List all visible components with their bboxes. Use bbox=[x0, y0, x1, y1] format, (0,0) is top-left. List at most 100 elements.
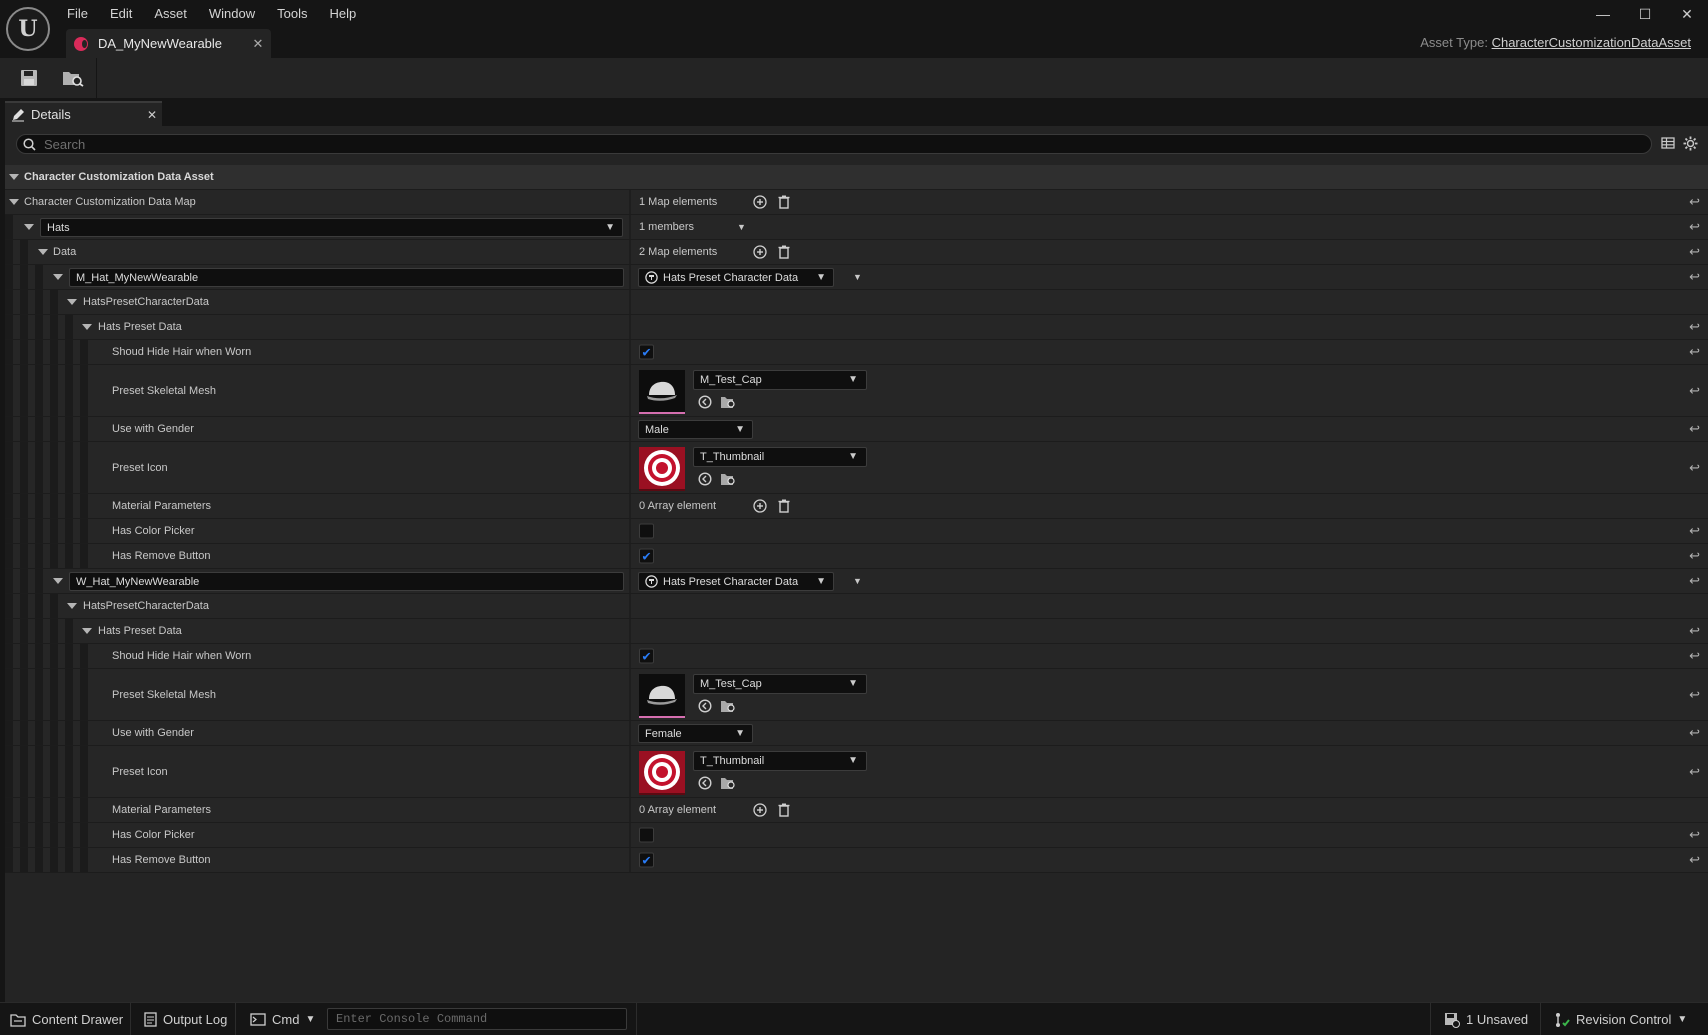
revision-control-button[interactable]: Revision Control ▼ bbox=[1554, 1003, 1687, 1035]
struct-type-combo[interactable]: Hats Preset Character Data ▼ bbox=[638, 268, 834, 287]
entry-key-input[interactable]: M_Hat_MyNewWearable bbox=[69, 268, 624, 287]
add-element-icon[interactable] bbox=[751, 497, 769, 515]
reset-to-default-icon[interactable]: ↩ bbox=[1689, 827, 1700, 843]
save-button[interactable] bbox=[14, 63, 44, 93]
icon-thumbnail[interactable] bbox=[639, 751, 685, 795]
expand-caret-icon[interactable] bbox=[67, 603, 77, 609]
expand-caret-icon[interactable] bbox=[82, 324, 92, 330]
menu-window[interactable]: Window bbox=[198, 0, 266, 26]
close-details-icon[interactable]: ✕ bbox=[142, 108, 162, 122]
menu-help[interactable]: Help bbox=[318, 0, 367, 26]
browse-asset-icon[interactable] bbox=[720, 775, 736, 791]
icon-asset-combo[interactable]: T_Thumbnail ▼ bbox=[693, 751, 867, 771]
delete-all-icon[interactable] bbox=[775, 497, 793, 515]
mesh-thumbnail[interactable] bbox=[639, 370, 685, 414]
add-element-icon[interactable] bbox=[751, 243, 769, 261]
gender-combo[interactable]: Male ▼ bbox=[638, 420, 753, 439]
chevron-down-icon[interactable]: ▼ bbox=[853, 272, 862, 282]
reset-to-default-icon[interactable]: ↩ bbox=[1689, 421, 1700, 437]
mesh-asset-combo[interactable]: M_Test_Cap ▼ bbox=[693, 370, 867, 390]
expand-caret-icon[interactable] bbox=[53, 274, 63, 280]
reset-to-default-icon[interactable]: ↩ bbox=[1689, 687, 1700, 703]
output-log-button[interactable]: Output Log bbox=[144, 1003, 227, 1035]
expand-caret-icon[interactable] bbox=[9, 199, 19, 205]
icon-asset-combo[interactable]: T_Thumbnail ▼ bbox=[693, 447, 867, 467]
reset-to-default-icon[interactable]: ↩ bbox=[1689, 344, 1700, 360]
asset-type-link[interactable]: CharacterCustomizationDataAsset bbox=[1492, 35, 1691, 50]
reset-to-default-icon[interactable]: ↩ bbox=[1689, 573, 1700, 589]
reset-to-default-icon[interactable]: ↩ bbox=[1689, 764, 1700, 780]
color-picker-checkbox[interactable] bbox=[639, 827, 654, 843]
chevron-down-icon[interactable]: ▼ bbox=[853, 576, 862, 586]
use-selected-icon[interactable] bbox=[697, 775, 713, 791]
material-count: 0 Array element bbox=[639, 500, 717, 512]
reset-to-default-icon[interactable]: ↩ bbox=[1689, 319, 1700, 335]
cmd-selector[interactable]: Cmd ▼ bbox=[250, 1003, 315, 1035]
browse-button[interactable] bbox=[58, 63, 88, 93]
reset-to-default-icon[interactable]: ↩ bbox=[1689, 269, 1700, 285]
mesh-asset-combo[interactable]: M_Test_Cap ▼ bbox=[693, 674, 867, 694]
menu-edit[interactable]: Edit bbox=[99, 0, 143, 26]
delete-all-icon[interactable] bbox=[775, 801, 793, 819]
details-tab[interactable]: Details ✕ bbox=[5, 101, 162, 126]
delete-all-icon[interactable] bbox=[775, 243, 793, 261]
hats-key-combo[interactable]: Hats ▼ bbox=[40, 218, 623, 237]
maximize-button[interactable]: ☐ bbox=[1624, 0, 1666, 28]
add-element-icon[interactable] bbox=[751, 801, 769, 819]
delete-all-icon[interactable] bbox=[775, 193, 793, 211]
reset-to-default-icon[interactable]: ↩ bbox=[1689, 725, 1700, 741]
map-row: Character Customization Data Map 1 Map e… bbox=[5, 190, 1708, 215]
browse-asset-icon[interactable] bbox=[720, 471, 736, 487]
hide-hair-checkbox[interactable] bbox=[639, 648, 654, 664]
unsaved-button[interactable]: 1 Unsaved bbox=[1444, 1003, 1528, 1035]
use-selected-icon[interactable] bbox=[697, 698, 713, 714]
reset-to-default-icon[interactable]: ↩ bbox=[1689, 219, 1700, 235]
struct-type-combo[interactable]: Hats Preset Character Data ▼ bbox=[638, 572, 834, 591]
menu-asset[interactable]: Asset bbox=[143, 0, 198, 26]
reset-to-default-icon[interactable]: ↩ bbox=[1689, 194, 1700, 210]
expand-caret-icon[interactable] bbox=[38, 249, 48, 255]
gender-combo[interactable]: Female ▼ bbox=[638, 724, 753, 743]
category-row[interactable]: Character Customization Data Asset bbox=[5, 165, 1708, 190]
expand-caret-icon[interactable] bbox=[9, 174, 19, 180]
document-tab[interactable]: DA_MyNewWearable ✕ bbox=[66, 29, 271, 58]
reset-to-default-icon[interactable]: ↩ bbox=[1689, 548, 1700, 564]
reset-to-default-icon[interactable]: ↩ bbox=[1689, 623, 1700, 639]
reset-to-default-icon[interactable]: ↩ bbox=[1689, 460, 1700, 476]
console-command-input[interactable] bbox=[328, 1009, 626, 1029]
color-picker-checkbox[interactable] bbox=[639, 523, 654, 539]
hide-hair-checkbox[interactable] bbox=[639, 344, 654, 360]
minimize-button[interactable]: — bbox=[1582, 0, 1624, 28]
reset-to-default-icon[interactable]: ↩ bbox=[1689, 648, 1700, 664]
icon-thumbnail[interactable] bbox=[639, 447, 685, 491]
use-selected-icon[interactable] bbox=[697, 394, 713, 410]
search-input[interactable] bbox=[44, 136, 1544, 152]
content-drawer-button[interactable]: Content Drawer bbox=[10, 1003, 123, 1035]
add-element-icon[interactable] bbox=[751, 193, 769, 211]
browse-asset-icon[interactable] bbox=[720, 698, 736, 714]
menu-tools[interactable]: Tools bbox=[266, 0, 318, 26]
reset-to-default-icon[interactable]: ↩ bbox=[1689, 383, 1700, 399]
chevron-down-icon[interactable]: ▼ bbox=[737, 222, 746, 232]
browse-asset-icon[interactable] bbox=[720, 394, 736, 410]
use-selected-icon[interactable] bbox=[697, 471, 713, 487]
expand-caret-icon[interactable] bbox=[67, 299, 77, 305]
expand-caret-icon[interactable] bbox=[53, 578, 63, 584]
mesh-thumbnail[interactable] bbox=[639, 674, 685, 718]
expand-caret-icon[interactable] bbox=[82, 628, 92, 634]
close-window-button[interactable]: ✕ bbox=[1666, 0, 1708, 28]
reset-to-default-icon[interactable]: ↩ bbox=[1689, 852, 1700, 868]
menu-file[interactable]: File bbox=[56, 0, 99, 26]
remove-button-checkbox[interactable] bbox=[639, 548, 654, 564]
property-matrix-icon[interactable] bbox=[1661, 136, 1675, 150]
entry-key-input[interactable]: W_Hat_MyNewWearable bbox=[69, 572, 624, 591]
map-count: 1 Map elements bbox=[639, 196, 718, 208]
expand-caret-icon[interactable] bbox=[24, 224, 34, 230]
unreal-logo-icon[interactable]: U bbox=[6, 7, 50, 51]
reset-to-default-icon[interactable]: ↩ bbox=[1689, 244, 1700, 260]
close-tab-icon[interactable]: ✕ bbox=[245, 36, 271, 52]
settings-gear-icon[interactable] bbox=[1683, 136, 1698, 151]
cap-mesh-icon bbox=[647, 381, 677, 401]
reset-to-default-icon[interactable]: ↩ bbox=[1689, 523, 1700, 539]
remove-button-checkbox[interactable] bbox=[639, 852, 654, 868]
